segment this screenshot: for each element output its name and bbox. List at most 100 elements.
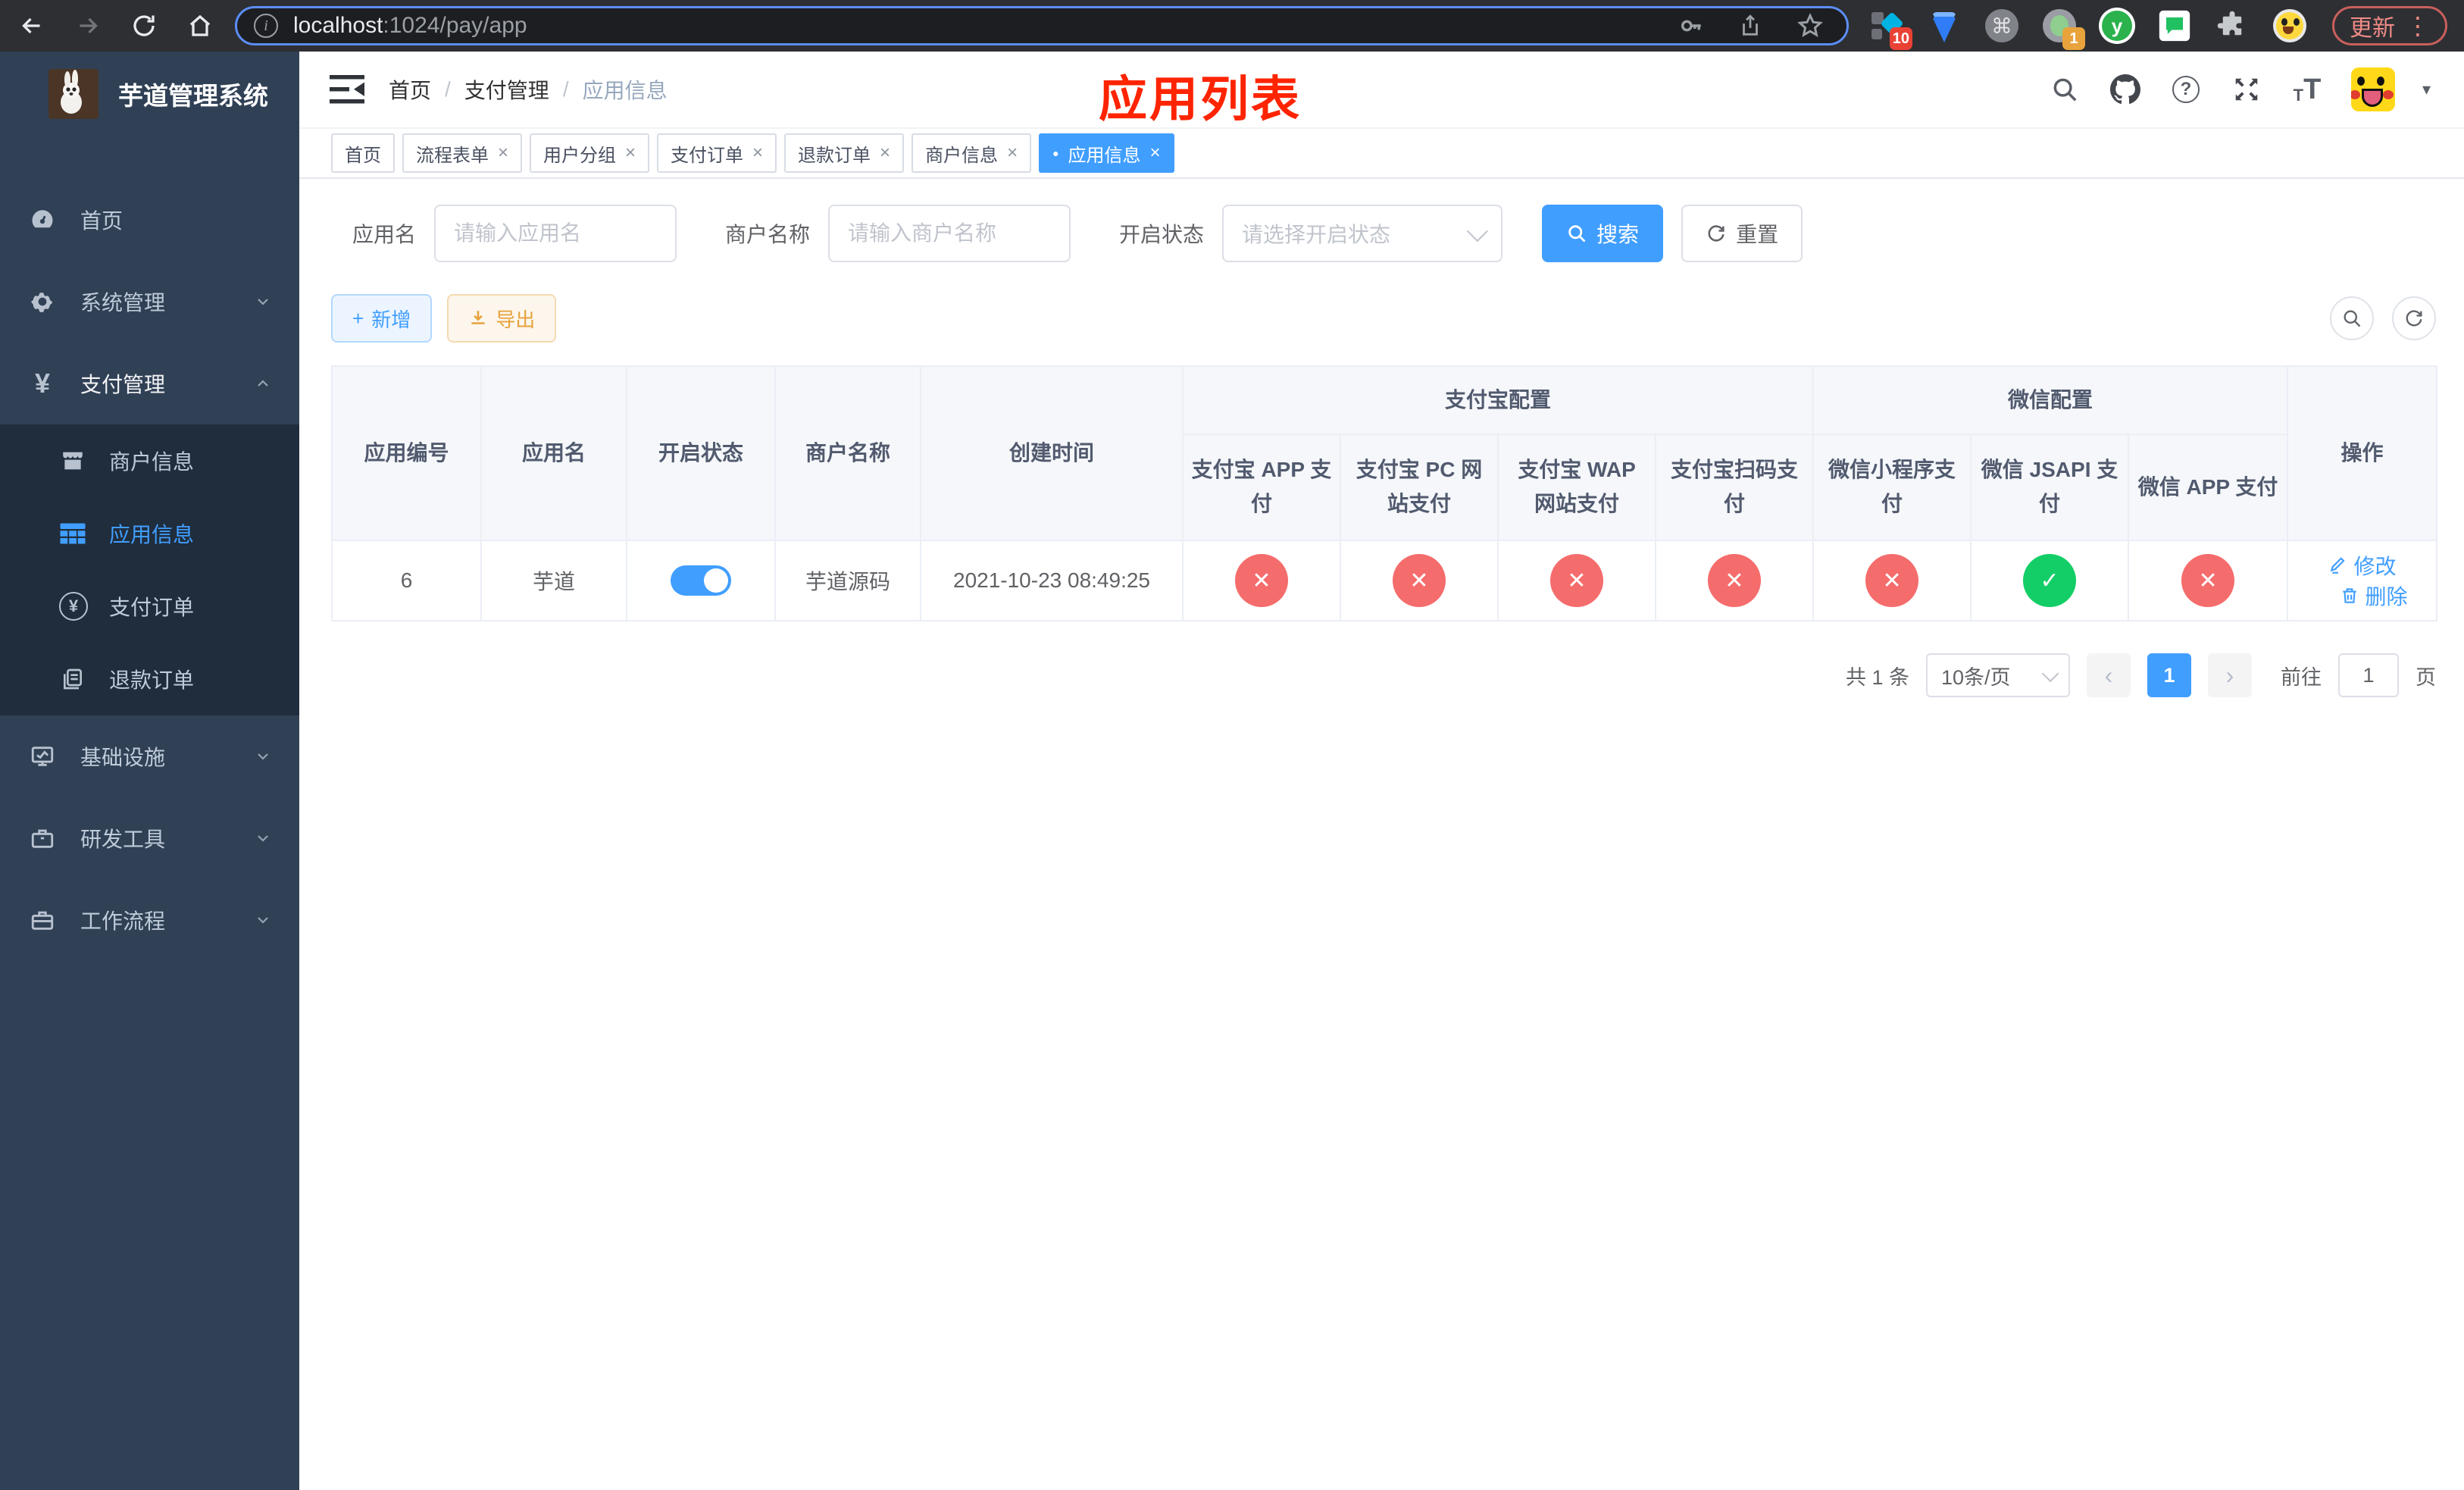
home-button[interactable] xyxy=(185,11,215,41)
sidebar-item-refund-orders[interactable]: 退款订单 xyxy=(0,643,299,715)
prev-page-button[interactable]: ‹ xyxy=(2087,653,2131,697)
reset-button-label: 重置 xyxy=(1736,223,1779,246)
table-utility-buttons xyxy=(2330,296,2436,340)
app-name-input[interactable] xyxy=(434,205,677,262)
avatar-caret-icon[interactable]: ▾ xyxy=(2422,80,2431,99)
breadcrumb-payment[interactable]: 支付管理 xyxy=(464,74,549,105)
extension-emoji-icon[interactable] xyxy=(2272,8,2308,44)
chevron-down-icon xyxy=(1466,221,1489,243)
sidebar-item-system[interactable]: 系统管理 xyxy=(0,261,299,343)
update-label: 更新 xyxy=(2350,16,2395,41)
main-area: 首页 / 支付管理 / 应用信息 应用列表 ? TT ▾ 首页 流程表单 × 用… xyxy=(299,52,2464,1490)
merchant-name-input[interactable] xyxy=(828,205,1071,262)
sidebar-fold-icon[interactable] xyxy=(330,73,364,106)
chevron-down-icon xyxy=(2041,665,2059,683)
sidebar: 芋道管理系统 首页 系统管理 ¥ 支付管理 商户信息 应用信息 ¥ 支付订单 退… xyxy=(0,52,299,1490)
breadcrumb: 首页 / 支付管理 / 应用信息 xyxy=(389,74,668,105)
breadcrumb-home[interactable]: 首页 xyxy=(389,74,431,105)
tag-label: 应用信息 xyxy=(1068,145,1141,166)
password-key-icon[interactable] xyxy=(1678,13,1704,39)
sidebar-item-dev-tools[interactable]: 研发工具 xyxy=(0,797,299,879)
cell-alipay-wap: ✕ xyxy=(1497,540,1656,621)
fullscreen-icon[interactable] xyxy=(2230,73,2263,106)
tag-user-group[interactable]: 用户分组 × xyxy=(530,133,650,173)
tag-home[interactable]: 首页 xyxy=(331,133,395,173)
tag-close-icon[interactable]: × xyxy=(880,144,890,162)
font-size-icon[interactable]: TT xyxy=(2290,73,2324,106)
bookmark-star-icon[interactable] xyxy=(1796,12,1824,39)
tag-label: 首页 xyxy=(345,145,381,166)
delete-button[interactable]: 删除 xyxy=(2340,581,2408,611)
browser-menu-icon[interactable]: ⋮ xyxy=(2406,11,2430,40)
tag-process-form[interactable]: 流程表单 × xyxy=(402,133,523,173)
app-logo[interactable]: 芋道管理系统 xyxy=(0,52,299,136)
page-size-select[interactable]: 10条/页 xyxy=(1926,653,2070,697)
status-toggle[interactable] xyxy=(671,565,731,596)
extension-chat-icon[interactable] xyxy=(2156,8,2193,44)
sidebar-item-home[interactable]: 首页 xyxy=(0,179,299,261)
toolbox-icon xyxy=(29,825,56,851)
chevron-down-icon xyxy=(254,829,272,847)
extension-yuque-icon[interactable]: y xyxy=(2099,8,2135,44)
export-button[interactable]: 导出 xyxy=(447,294,557,343)
site-info-icon[interactable]: i xyxy=(254,14,278,38)
col-wechat-jsapi: 微信 JSAPI 支付 xyxy=(1970,434,2130,541)
share-icon[interactable] xyxy=(1737,13,1763,39)
merchant-name-label: 商户名称 xyxy=(725,223,811,246)
status-label: 开启状态 xyxy=(1119,223,1205,246)
col-app-id: 应用编号 xyxy=(331,365,482,541)
edit-button[interactable]: 修改 xyxy=(2328,550,2397,581)
reload-button[interactable] xyxy=(129,11,159,41)
goto-page-input[interactable] xyxy=(2338,653,2399,697)
cell-app-id: 6 xyxy=(331,540,482,621)
sidebar-item-payment[interactable]: ¥ 支付管理 xyxy=(0,343,299,424)
extensions-puzzle-icon[interactable] xyxy=(2214,8,2250,44)
sidebar-item-workflow[interactable]: 工作流程 xyxy=(0,879,299,961)
forward-button[interactable] xyxy=(73,11,103,41)
sidebar-item-label: 系统管理 xyxy=(80,291,166,315)
cell-actions: 修改 删除 xyxy=(2287,540,2438,621)
cell-alipay-qr: ✕ xyxy=(1654,540,1815,621)
tag-close-icon[interactable]: × xyxy=(752,144,763,162)
reset-button[interactable]: 重置 xyxy=(1681,205,1803,262)
col-created: 创建时间 xyxy=(920,365,1184,541)
page-suffix-label: 页 xyxy=(2416,665,2436,689)
github-icon[interactable] xyxy=(2109,73,2142,106)
tag-close-icon[interactable]: × xyxy=(1007,144,1018,162)
search-button[interactable]: 搜索 xyxy=(1542,205,1664,262)
sidebar-item-pay-orders[interactable]: ¥ 支付订单 xyxy=(0,570,299,643)
tag-merchant-info[interactable]: 商户信息 × xyxy=(911,133,1032,173)
back-button[interactable] xyxy=(17,11,47,41)
tag-label: 支付订单 xyxy=(671,145,744,166)
status-cross-icon: ✕ xyxy=(1708,554,1761,607)
tag-close-icon[interactable]: × xyxy=(498,144,508,162)
tag-close-icon[interactable]: × xyxy=(625,144,636,162)
extension-gem-icon[interactable] xyxy=(1926,8,1962,44)
sidebar-item-infrastructure[interactable]: 基础设施 xyxy=(0,715,299,797)
col-wechat-app: 微信 APP 支付 xyxy=(2128,434,2289,541)
help-icon[interactable]: ? xyxy=(2169,73,2203,106)
url-text[interactable]: localhost:1024/pay/app xyxy=(293,13,1678,39)
next-page-button[interactable]: › xyxy=(2208,653,2252,697)
col-alipay-qr: 支付宝扫码支付 xyxy=(1654,434,1815,541)
page-number-button[interactable]: 1 xyxy=(2147,653,2191,697)
refresh-table-button[interactable] xyxy=(2392,296,2436,340)
table-row: 6 芋道 芋道源码 2021-10-23 08:49:25 ✕ ✕ ✕ ✕ ✕ … xyxy=(331,540,2438,621)
extension-command-icon[interactable]: ⌘ xyxy=(1984,8,2020,44)
search-icon[interactable] xyxy=(2048,73,2081,106)
status-select[interactable]: 请选择开启状态 xyxy=(1222,205,1503,262)
tag-app-info[interactable]: ● 应用信息 × xyxy=(1039,133,1174,173)
tag-close-icon[interactable]: × xyxy=(1150,144,1161,162)
tag-refund-orders[interactable]: 退款订单 × xyxy=(784,133,905,173)
tag-label: 流程表单 xyxy=(416,145,489,166)
user-avatar[interactable] xyxy=(2350,67,2395,111)
show-search-button[interactable] xyxy=(2330,296,2374,340)
browser-update-button[interactable]: 更新 ⋮ xyxy=(2332,6,2447,45)
extension-blocks-icon[interactable]: 10 xyxy=(1868,8,1912,50)
address-bar[interactable]: i localhost:1024/pay/app xyxy=(235,6,1849,45)
add-button[interactable]: + 新增 xyxy=(331,294,433,343)
extension-dot-icon[interactable]: 1 xyxy=(2041,8,2085,50)
sidebar-item-merchant-info[interactable]: 商户信息 xyxy=(0,424,299,497)
sidebar-item-app-info[interactable]: 应用信息 xyxy=(0,497,299,570)
tag-pay-orders[interactable]: 支付订单 × xyxy=(657,133,777,173)
